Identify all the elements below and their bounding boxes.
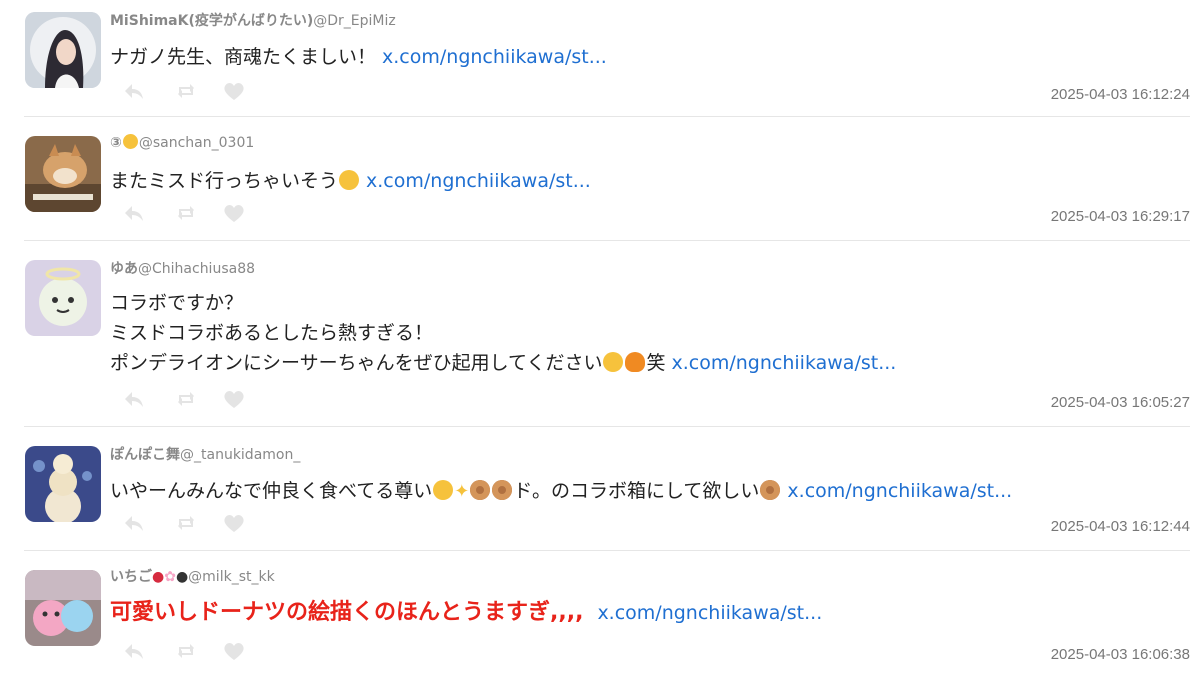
tweet-text: いやーんみんなで仲良く食べてる尊い ✦ ド。のコラボ箱にして欲しい x.com/ngn…: [110, 476, 1012, 507]
avatar[interactable]: [25, 260, 101, 336]
tweet-line: コラボですか？: [110, 292, 244, 314]
tweet-feed: MiShimaK(疫学がんばりたい)@Dr_EpiMiz ナガノ先生、商魂たくま…: [0, 0, 1200, 686]
reply-icon[interactable]: [122, 512, 146, 534]
timestamp[interactable]: 2025-04-03 16:06:38: [1051, 646, 1190, 663]
sushi-emoji: ●: [175, 569, 189, 585]
avatar[interactable]: [25, 446, 101, 522]
avatar[interactable]: [25, 136, 101, 212]
reply-icon[interactable]: [122, 80, 146, 102]
tweet-user: ③ @sanchan_0301: [110, 134, 254, 151]
nerd-face-emoji: [122, 134, 138, 149]
tweet-body: またミスド行っちゃいそう: [110, 170, 339, 192]
display-name[interactable]: ぽんぽこ舞: [110, 447, 180, 463]
reply-icon[interactable]: [122, 640, 146, 662]
tweet-body-2: ド。のコラボ箱にして欲しい: [513, 480, 760, 502]
display-name[interactable]: いちご: [110, 569, 152, 585]
avatar-image: [25, 570, 101, 646]
tweet-link[interactable]: x.com/ngnchiikawa/st...: [672, 352, 897, 374]
handle[interactable]: @_tanukidamon_: [180, 447, 300, 463]
doughnut-emoji: [492, 480, 513, 500]
avatar-image: [25, 12, 101, 88]
tweet-text: ナガノ先生、商魂たくましい！ x.com/ngnchiikawa/st...: [110, 42, 607, 72]
tweet-suffix: 笑: [646, 352, 666, 374]
tweet-user: MiShimaK(疫学がんばりたい)@Dr_EpiMiz: [110, 10, 396, 30]
retweet-icon[interactable]: [174, 202, 198, 224]
sparkles-emoji: ✦: [454, 481, 470, 502]
avatar-image: [25, 136, 101, 212]
timestamp[interactable]: 2025-04-03 16:12:24: [1051, 86, 1190, 103]
divider: [24, 426, 1190, 427]
tweet-user: ゆあ@Chihachiusa88: [110, 258, 255, 278]
divider: [24, 116, 1190, 117]
doughnut-emoji: [470, 480, 491, 500]
doughnut-emoji: [760, 480, 781, 500]
retweet-icon[interactable]: [174, 512, 198, 534]
tweet-text: コラボですか？ ミスドコラボあるとしたら熱すぎる！ ポンデライオンにシーサーちゃ…: [110, 288, 896, 378]
handle[interactable]: @milk_st_kk: [188, 569, 275, 585]
divider: [24, 550, 1190, 551]
avatar-image: [25, 260, 101, 336]
retweet-icon[interactable]: [174, 388, 198, 410]
smiling-face-emoji: [603, 352, 624, 372]
handle[interactable]: @sanchan_0301: [139, 135, 254, 151]
tweet-user: ぽんぽこ舞@_tanukidamon_: [110, 444, 300, 464]
tweet-user: いちご●✿●@milk_st_kk: [110, 566, 275, 586]
tweet-line: ミスドコラボあるとしたら熱すぎる！: [110, 322, 434, 344]
tweet-link[interactable]: x.com/ngnchiikawa/st...: [366, 170, 591, 192]
tweet-body: いやーんみんなで仲良く食べてる尊い: [110, 480, 433, 502]
tweet-text: またミスド行っちゃいそう x.com/ngnchiikawa/st...: [110, 166, 591, 196]
orange-heart-emoji: [625, 352, 646, 372]
avatar[interactable]: [25, 12, 101, 88]
retweet-icon[interactable]: [174, 640, 198, 662]
avatar-image: [25, 446, 101, 522]
strawberry-emoji: ●: [152, 569, 165, 585]
handle[interactable]: @Dr_EpiMiz: [313, 13, 395, 29]
like-icon[interactable]: [222, 80, 246, 102]
avatar[interactable]: [25, 570, 101, 646]
retweet-icon[interactable]: [174, 80, 198, 102]
divider: [24, 240, 1190, 241]
like-icon[interactable]: [222, 640, 246, 662]
sleepy-face-emoji: [339, 170, 360, 190]
display-name[interactable]: ③: [110, 135, 122, 151]
display-name[interactable]: ゆあ: [110, 261, 138, 277]
reply-icon[interactable]: [122, 202, 146, 224]
tweet-body: 可愛いしドーナツの絵描くのほんとうますぎ,,,,: [110, 600, 584, 625]
like-icon[interactable]: [222, 388, 246, 410]
handle[interactable]: @Chihachiusa88: [138, 261, 255, 277]
timestamp[interactable]: 2025-04-03 16:29:17: [1051, 208, 1190, 225]
like-icon[interactable]: [222, 202, 246, 224]
smiling-face-emoji: [433, 480, 454, 500]
cherry-blossom-emoji: ✿: [164, 569, 176, 585]
tweet-body: ナガノ先生、商魂たくましい！: [110, 46, 377, 68]
timestamp[interactable]: 2025-04-03 16:05:27: [1051, 394, 1190, 411]
tweet-link[interactable]: x.com/ngnchiikawa/st...: [382, 46, 607, 68]
tweet-line-last: ポンデライオンにシーサーちゃんをぜひ起用してください笑 x.com/ngnchii…: [110, 352, 897, 374]
tweet-text: 可愛いしドーナツの絵描くのほんとうますぎ,,,, x.com/ngnchiikaw…: [110, 598, 822, 628]
like-icon[interactable]: [222, 512, 246, 534]
tweet-link[interactable]: x.com/ngnchiikawa/st...: [597, 602, 822, 624]
timestamp[interactable]: 2025-04-03 16:12:44: [1051, 518, 1190, 535]
tweet-link[interactable]: x.com/ngnchiikawa/st...: [787, 480, 1012, 502]
reply-icon[interactable]: [122, 388, 146, 410]
display-name[interactable]: MiShimaK(疫学がんばりたい): [110, 13, 313, 29]
